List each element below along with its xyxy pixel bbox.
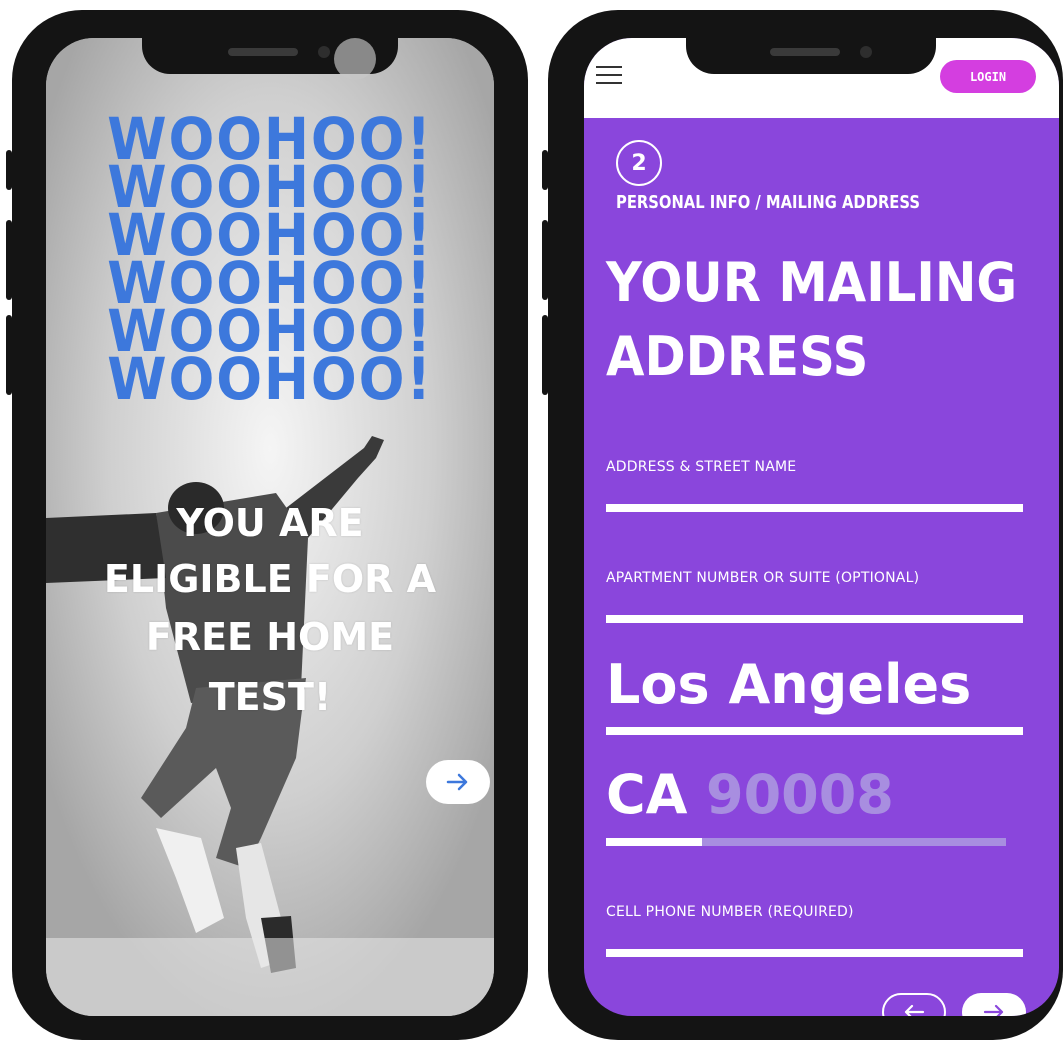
arrow-right-icon xyxy=(983,1004,1004,1016)
state-input[interactable]: CA xyxy=(606,768,687,822)
right-notch xyxy=(686,38,936,74)
front-camera xyxy=(318,46,330,58)
city-underline xyxy=(606,727,1023,735)
left-phone-frame: WOOHOO! WOOHOO! WOOHOO! WOOHOO! WOOHOO! … xyxy=(6,10,528,1040)
earpiece-speaker xyxy=(770,48,840,56)
zip-input[interactable]: 90008 xyxy=(706,768,894,822)
page-title-line-1: YOUR MAILING xyxy=(606,251,1018,314)
left-notch xyxy=(142,38,398,80)
right-screen: LOGIN 2 PERSONAL INFO / MAILING ADDRESS … xyxy=(584,38,1059,1016)
login-button[interactable]: LOGIN xyxy=(940,60,1036,93)
address-field-label: ADDRESS & STREET NAME xyxy=(606,459,797,475)
next-button[interactable] xyxy=(962,993,1026,1016)
volume-down-button xyxy=(542,315,548,395)
address-input[interactable] xyxy=(606,504,1023,512)
mute-switch xyxy=(542,150,548,190)
eligibility-line-4: TEST! xyxy=(208,675,332,719)
phone-input[interactable] xyxy=(606,949,1023,957)
earpiece-speaker xyxy=(228,48,298,56)
phone-field-label: CELL PHONE NUMBER (REQUIRED) xyxy=(606,904,854,920)
mute-switch xyxy=(6,150,12,190)
eligibility-line-3: FREE HOME xyxy=(145,615,395,659)
volume-up-button xyxy=(542,220,548,300)
apartment-field-label: APARTMENT NUMBER OR SUITE (OPTIONAL) xyxy=(606,570,920,586)
arrow-right-icon xyxy=(446,773,468,791)
eligibility-line-1: YOU ARE xyxy=(176,501,364,545)
zip-underline xyxy=(606,838,1006,846)
next-button[interactable] xyxy=(426,760,490,804)
volume-up-button xyxy=(6,220,12,300)
breadcrumb: PERSONAL INFO / MAILING ADDRESS xyxy=(616,192,920,213)
front-camera xyxy=(860,46,872,58)
left-screen: WOOHOO! WOOHOO! WOOHOO! WOOHOO! WOOHOO! … xyxy=(46,38,494,1016)
arrow-left-icon xyxy=(904,1004,925,1016)
back-button[interactable] xyxy=(882,993,946,1016)
right-phone-frame: LOGIN 2 PERSONAL INFO / MAILING ADDRESS … xyxy=(542,10,1063,1040)
eligibility-line-2: ELIGIBLE FOR A xyxy=(103,557,437,601)
touch-indicator xyxy=(334,38,376,80)
hamburger-menu-icon[interactable] xyxy=(596,66,622,86)
woohoo-headline-6: WOOHOO! xyxy=(107,345,433,413)
city-input[interactable]: Los Angeles xyxy=(606,658,971,712)
apartment-input[interactable] xyxy=(606,615,1023,623)
step-number-badge: 2 xyxy=(616,140,662,186)
volume-down-button xyxy=(6,315,12,395)
page-title-line-2: ADDRESS xyxy=(606,325,869,388)
